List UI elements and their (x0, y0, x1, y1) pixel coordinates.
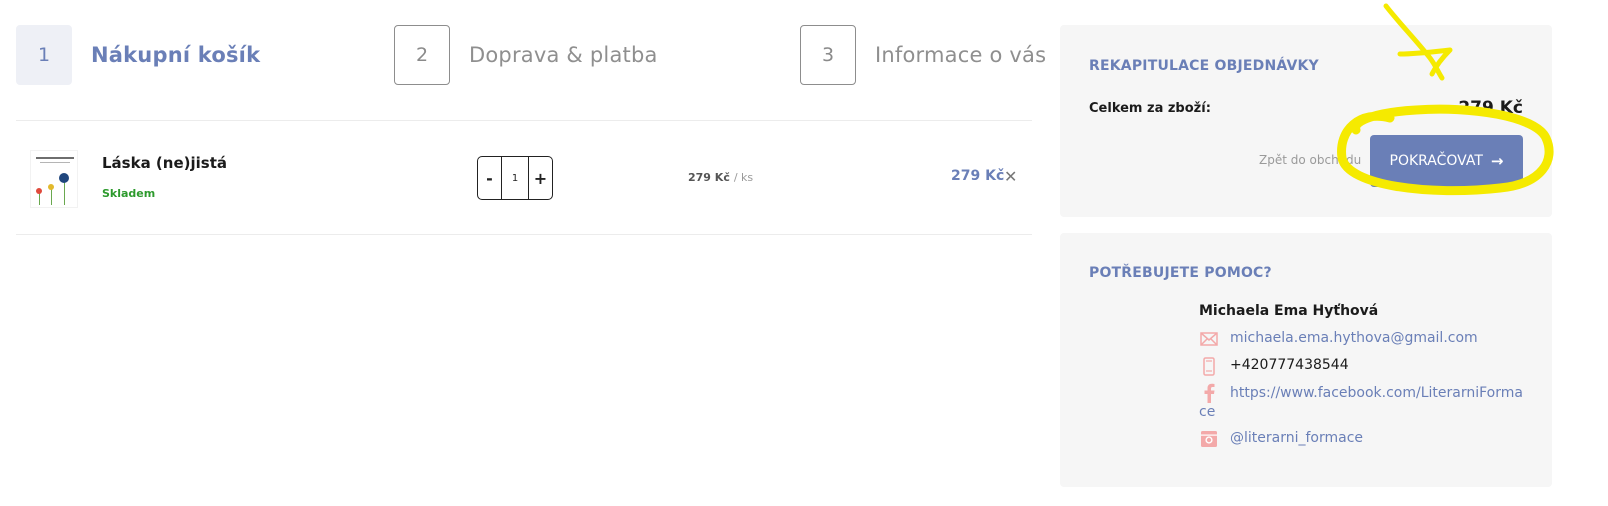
step-label: Informace o vás (875, 43, 1047, 67)
thumbnail-subtitle-mark (40, 162, 70, 163)
envelope-icon (1199, 329, 1219, 349)
step-number: 3 (800, 25, 856, 85)
contact-email-row: michaela.ema.hythova@gmail.com (1199, 329, 1478, 349)
quantity-increase-button[interactable]: + (529, 157, 552, 199)
step-cart[interactable]: 1 Nákupní košík (16, 25, 260, 85)
goods-total-label: Celkem za zboží: (1089, 101, 1211, 116)
quantity-stepper: - + (477, 156, 553, 200)
help-panel: POTŘEBUJETE POMOC? Michaela Ema Hyťhová … (1060, 233, 1552, 487)
quantity-decrease-button[interactable]: - (478, 157, 501, 199)
remove-item-button[interactable]: ✕ (1004, 168, 1017, 186)
divider (16, 234, 1032, 235)
contact-phone: +420777438544 (1230, 357, 1349, 373)
unit-price: 279 Kč / ks (688, 171, 753, 184)
contact-phone-row: +420777438544 (1199, 356, 1349, 376)
contact-instagram-link[interactable]: @literarni_formace (1230, 429, 1363, 448)
step-shipping-payment[interactable]: 2 Doprava & platba (394, 25, 658, 85)
thumbnail-title-mark (36, 157, 74, 159)
instagram-icon (1199, 429, 1219, 449)
quantity-input[interactable] (501, 157, 529, 199)
goods-total-value: 279 Kč (1458, 98, 1523, 118)
step-label: Nákupní košík (91, 43, 261, 67)
arrow-right-icon: → (1490, 152, 1504, 170)
contact-email-link[interactable]: michaela.ema.hythova@gmail.com (1230, 329, 1478, 348)
divider (16, 120, 1032, 121)
stock-status: Skladem (102, 187, 156, 200)
unit-suffix: / ks (733, 171, 754, 184)
order-summary-panel: REKAPITULACE OBJEDNÁVKY Celkem za zboží:… (1060, 25, 1552, 217)
close-icon: ✕ (1004, 167, 1018, 186)
contact-instagram-row: @literarni_formace (1199, 429, 1363, 449)
contact-facebook-link[interactable]: https://www.facebook.com/LiterarniFormac… (1199, 384, 1529, 422)
product-name[interactable]: Láska (ne)jistá (102, 154, 227, 172)
product-thumbnail[interactable] (30, 150, 78, 208)
continue-label: POKRAČOVAT (1389, 153, 1483, 169)
checkout-steps: 1 Nákupní košík 2 Doprava & platba 3 Inf… (16, 25, 1046, 85)
help-title: POTŘEBUJETE POMOC? (1089, 265, 1272, 281)
phone-icon (1199, 356, 1219, 376)
step-customer-info[interactable]: 3 Informace o vás (800, 25, 1046, 85)
back-to-shop-link[interactable]: Zpět do obchodu (1259, 153, 1361, 167)
unit-price-value: 279 Kč (688, 171, 730, 184)
item-total: 279 Kč (951, 168, 1005, 184)
continue-button[interactable]: POKRAČOVAT → (1370, 135, 1523, 187)
step-number: 2 (394, 25, 450, 85)
step-label: Doprava & platba (469, 43, 658, 67)
order-summary-title: REKAPITULACE OBJEDNÁVKY (1089, 58, 1319, 74)
step-number: 1 (16, 25, 72, 85)
cart-item-row: Láska (ne)jistá Skladem - + 279 Kč/ ks 2… (16, 126, 1032, 234)
contact-name: Michaela Ema Hyťhová (1199, 303, 1379, 319)
